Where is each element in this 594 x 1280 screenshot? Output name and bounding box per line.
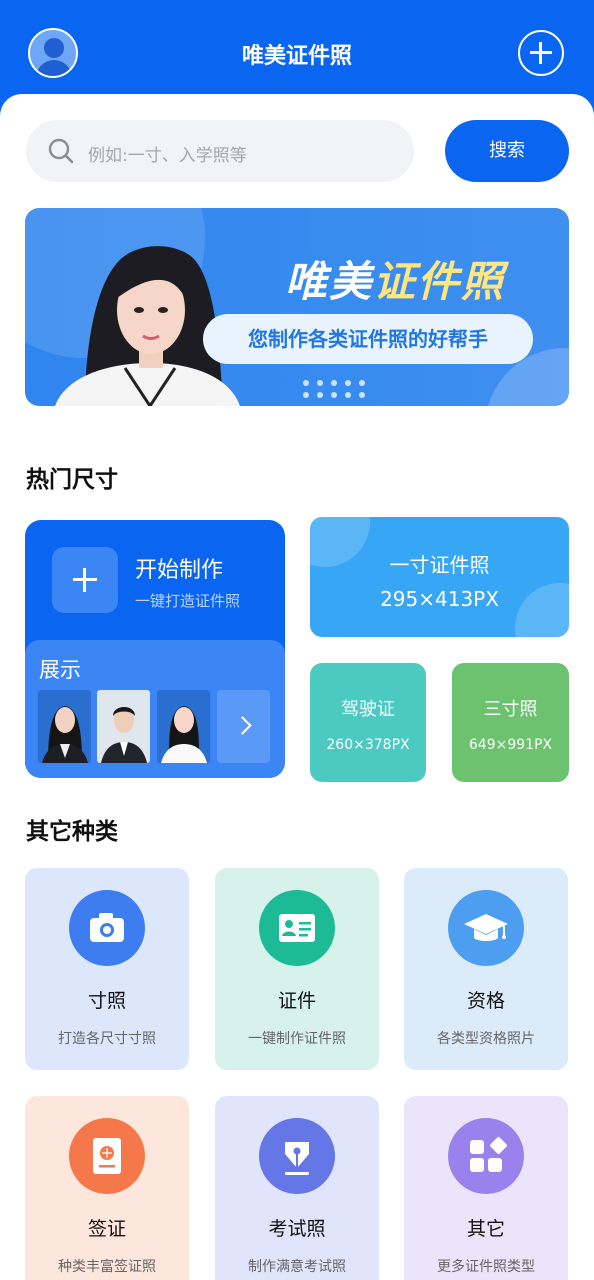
start-making-title: 开始制作 [135, 558, 224, 583]
promo-banner[interactable]: 唯美证件照 您制作各类证件照的好帮手 [25, 208, 569, 406]
banner-subtitle: 您制作各类证件照的好帮手 [203, 314, 533, 364]
sample-photo-1[interactable] [38, 690, 91, 763]
page-title: 唯美证件照 [241, 44, 352, 69]
category-desc: 一键制作证件照 [248, 1031, 346, 1047]
category-desc: 更多证件照类型 [437, 1259, 535, 1275]
chevron-right-icon[interactable] [217, 690, 270, 763]
category-desc: 制作满意考试照 [248, 1259, 346, 1275]
id-card-icon [259, 890, 335, 966]
sample-photo-2[interactable] [97, 690, 150, 763]
category-name: 证件 [277, 990, 316, 1012]
three-inch-name: 三寸照 [483, 699, 538, 720]
top-bar: 唯美证件照 [0, 0, 594, 106]
showcase-title: 展示 [39, 658, 81, 682]
category-card-exam[interactable]: 考试照 制作满意考试照 [215, 1096, 379, 1280]
start-making-card[interactable]: 开始制作 一键打造证件照 展示 [25, 520, 285, 778]
banner-title: 唯美证件照 [240, 248, 550, 309]
one-inch-size: 295×413PX [380, 587, 499, 611]
other-categories-title: 其它种类 [26, 819, 118, 845]
search-placeholder: 例如:一寸、入学照等 [88, 146, 247, 166]
start-making-subtitle: 一键打造证件照 [135, 592, 241, 610]
category-name: 寸照 [87, 990, 126, 1012]
banner-pagination-dots [303, 380, 373, 398]
category-name: 其它 [466, 1218, 505, 1240]
category-name: 签证 [87, 1218, 126, 1240]
one-inch-name: 一寸证件照 [389, 553, 490, 577]
category-name: 资格 [466, 990, 505, 1012]
graduation-cap-icon [448, 890, 524, 966]
category-card-id[interactable]: 证件 一键制作证件照 [215, 868, 379, 1070]
search-input[interactable]: 例如:一寸、入学照等 [26, 120, 414, 182]
banner-title-part2: 证件照 [373, 257, 506, 306]
category-card-other[interactable]: 其它 更多证件照类型 [404, 1096, 568, 1280]
category-desc: 打造各尺寸寸照 [58, 1031, 156, 1047]
search-button[interactable]: 搜索 [445, 120, 569, 182]
passport-icon [69, 1118, 145, 1194]
search-icon [48, 138, 74, 164]
category-card-visa[interactable]: 签证 种类丰富签证照 [25, 1096, 189, 1280]
driver-license-card[interactable]: 驾驶证 260×378PX [310, 663, 426, 782]
category-card-photo[interactable]: 寸照 打造各尺寸寸照 [25, 868, 189, 1070]
category-name: 考试照 [268, 1218, 326, 1240]
one-inch-card[interactable]: 一寸证件照 295×413PX [310, 517, 569, 637]
driver-license-name: 驾驶证 [341, 699, 395, 720]
three-inch-size: 649×991PX [468, 737, 553, 753]
camera-icon [69, 890, 145, 966]
three-inch-card[interactable]: 三寸照 649×991PX [452, 663, 569, 782]
apps-icon [448, 1118, 524, 1194]
showcase-panel: 展示 [25, 640, 285, 778]
hot-sizes-title: 热门尺寸 [26, 467, 118, 493]
banner-title-part1: 唯美 [284, 257, 373, 306]
plus-icon [52, 547, 118, 613]
category-card-qualification[interactable]: 资格 各类型资格照片 [404, 868, 568, 1070]
plus-circle-icon[interactable] [518, 30, 564, 76]
driver-license-size: 260×378PX [326, 737, 410, 753]
sample-photo-3[interactable] [157, 690, 210, 763]
pen-nib-icon [259, 1118, 335, 1194]
category-desc: 各类型资格照片 [437, 1031, 535, 1047]
category-desc: 种类丰富签证照 [58, 1259, 156, 1275]
